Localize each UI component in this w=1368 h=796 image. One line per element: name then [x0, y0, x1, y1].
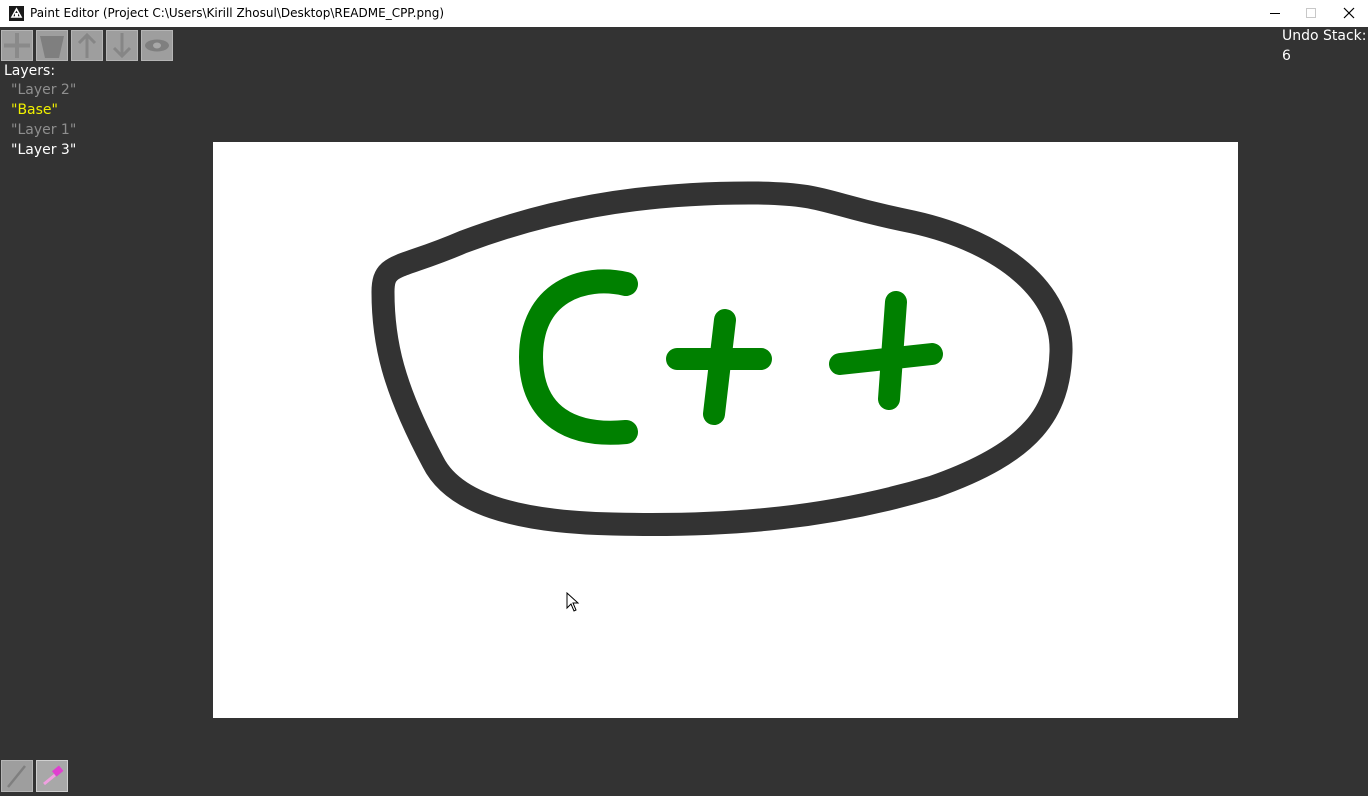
add-layer-button[interactable] [1, 30, 33, 61]
green-c-stroke [518, 269, 638, 445]
title-bar[interactable]: Paint Editor (Project C:\Users\Kirill Zh… [0, 0, 1368, 27]
green-plus-1-vertical [703, 309, 736, 425]
minimize-button[interactable] [1257, 0, 1293, 27]
layer-item-layer-3[interactable]: "Layer 3" [11, 141, 76, 159]
mouse-cursor-icon [566, 591, 580, 612]
window-title: Paint Editor (Project C:\Users\Kirill Zh… [30, 6, 445, 20]
plus-icon [4, 33, 30, 58]
layer-item-layer-2[interactable]: "Layer 2" [11, 81, 76, 99]
eye-icon [145, 39, 169, 52]
arrow-up-icon [77, 32, 97, 58]
move-layer-up-button[interactable] [71, 30, 103, 61]
arrow-down-icon [112, 33, 132, 59]
maximize-button[interactable] [1293, 0, 1329, 27]
toggle-visibility-button[interactable] [141, 30, 173, 61]
close-button[interactable] [1331, 0, 1367, 27]
brush-icon [7, 765, 26, 788]
layers-label: Layers: [4, 63, 56, 79]
layer-item-base[interactable]: "Base" [11, 101, 58, 119]
undo-stack-label: Undo Stack: [1282, 28, 1367, 44]
move-layer-down-button[interactable] [106, 30, 138, 61]
canvas-drawing [371, 181, 1073, 537]
eraser-tool-button[interactable] [36, 760, 68, 792]
app-icon [9, 6, 24, 21]
trash-icon [40, 36, 64, 58]
eraser-icon [43, 765, 64, 786]
paint-editor-window: Paint Editor (Project C:\Users\Kirill Zh… [0, 0, 1368, 796]
undo-stack-count: 6 [1282, 48, 1291, 64]
layer-item-layer-1[interactable]: "Layer 1" [11, 121, 76, 139]
drawing-canvas[interactable] [213, 142, 1238, 718]
green-plus-2-vertical [878, 291, 907, 410]
delete-layer-button[interactable] [36, 30, 68, 61]
brush-tool-button[interactable] [1, 760, 33, 792]
